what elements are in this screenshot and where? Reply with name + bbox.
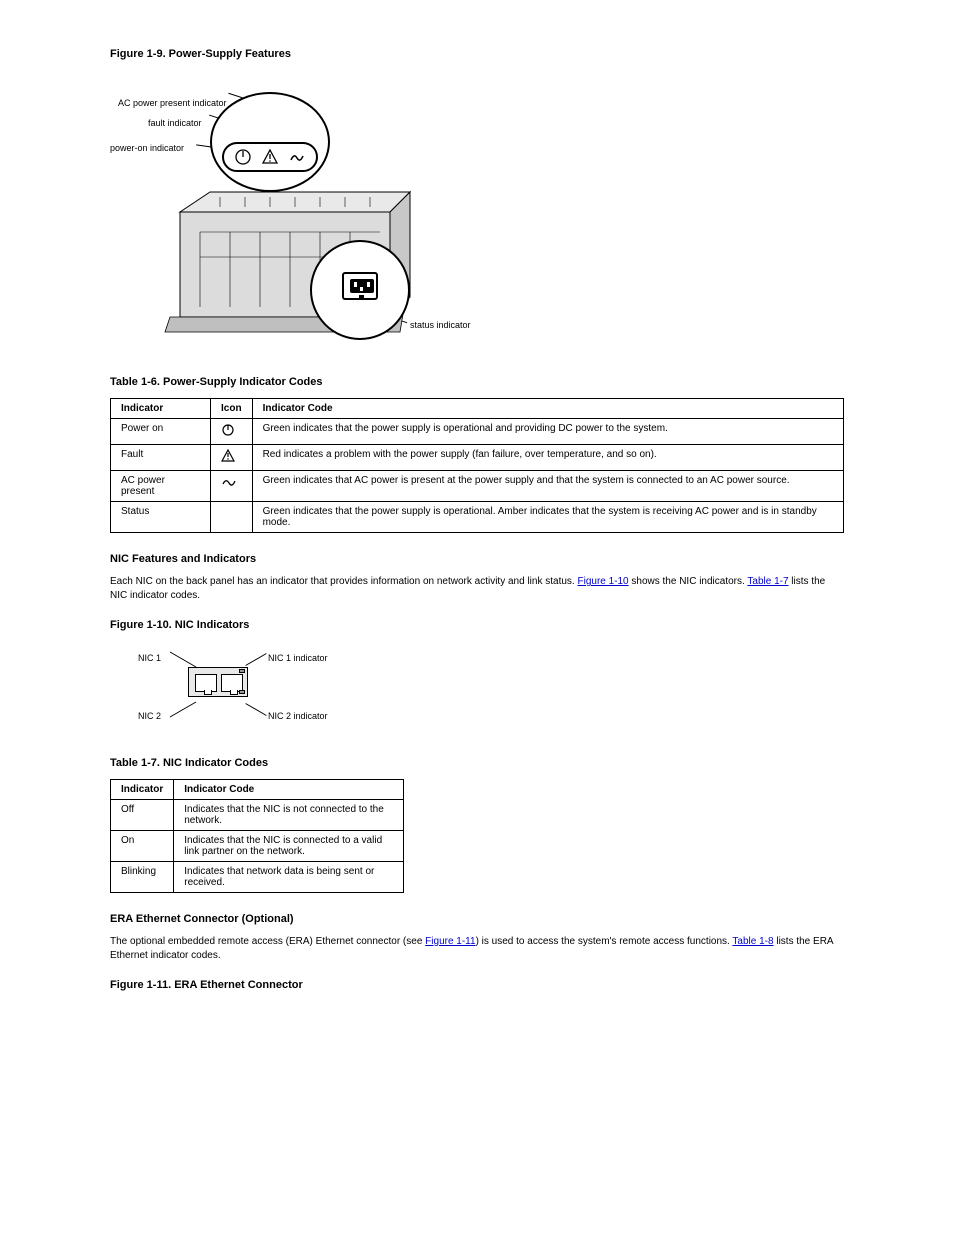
callout-power-on-indicator: power-on indicator [110, 143, 184, 153]
table-row: Blinking Indicates that network data is … [111, 862, 404, 893]
nic1-indicator-label: NIC 1 indicator [268, 653, 328, 663]
era-section-paragraph: The optional embedded remote access (ERA… [110, 935, 844, 963]
nic2-indicator-led [239, 690, 245, 694]
table-row: On Indicates that the NIC is connected t… [111, 831, 404, 862]
era-section-heading: ERA Ethernet Connector (Optional) [110, 913, 844, 925]
table-row: Status Green indicates that the power su… [111, 502, 844, 533]
figure-1-9-illustration: AC power present indicator fault indicat… [110, 72, 510, 352]
power-on-icon [234, 148, 252, 166]
fault-icon [221, 449, 235, 463]
fault-icon [261, 148, 279, 166]
table-row: Indicator Indicator Code [111, 780, 404, 800]
figure-1-10-link[interactable]: Figure 1-10 [577, 576, 628, 587]
nic-section-paragraph: Each NIC on the back panel has an indica… [110, 575, 844, 603]
nic-section-heading: NIC Features and Indicators [110, 553, 844, 565]
callout-fault-indicator: fault indicator [148, 118, 202, 128]
table-1-8-link[interactable]: Table 1-8 [732, 936, 773, 947]
figure-1-10-illustration: NIC 1 NIC 1 indicator NIC 2 NIC 2 indica… [138, 643, 358, 733]
table-1-6-title: Table 1-6. Power-Supply Indicator Codes [110, 376, 844, 388]
nic-connector-block [188, 667, 248, 697]
figure-1-11-link[interactable]: Figure 1-11 [425, 936, 475, 947]
figure-1-9-title: Figure 1-9. Power-Supply Features [110, 48, 844, 60]
col-code: Indicator Code [174, 780, 403, 800]
nic2-label: NIC 2 [138, 711, 161, 721]
table-row: Indicator Icon Indicator Code [111, 399, 844, 419]
col-icon: Icon [211, 399, 253, 419]
callout-ac-power-indicator: AC power present indicator [118, 98, 227, 108]
ac-power-icon [221, 475, 237, 489]
power-on-icon [221, 423, 235, 437]
table-row: AC power present Green indicates that AC… [111, 471, 844, 502]
table-row: Fault Red indicates a problem with the p… [111, 445, 844, 471]
table-row: Power on Green indicates that the power … [111, 419, 844, 445]
nic1-port [195, 674, 217, 692]
col-indicator: Indicator [111, 780, 174, 800]
figure-1-10-title: Figure 1-10. NIC Indicators [110, 619, 844, 631]
col-code: Indicator Code [252, 399, 843, 419]
figure-1-11-title: Figure 1-11. ERA Ethernet Connector [110, 979, 844, 991]
table-1-7: Indicator Indicator Code Off Indicates t… [110, 779, 404, 893]
table-1-6: Indicator Icon Indicator Code Power on G… [110, 398, 844, 533]
nic1-indicator-led [239, 669, 245, 673]
nic1-label: NIC 1 [138, 653, 161, 663]
col-indicator: Indicator [111, 399, 211, 419]
ac-power-icon [288, 148, 306, 166]
power-socket [342, 272, 378, 300]
nic2-indicator-label: NIC 2 indicator [268, 711, 328, 721]
table-1-7-link[interactable]: Table 1-7 [747, 576, 788, 587]
indicator-strip [222, 142, 318, 172]
table-row: Off Indicates that the NIC is not connec… [111, 800, 404, 831]
table-1-7-title: Table 1-7. NIC Indicator Codes [110, 757, 844, 769]
